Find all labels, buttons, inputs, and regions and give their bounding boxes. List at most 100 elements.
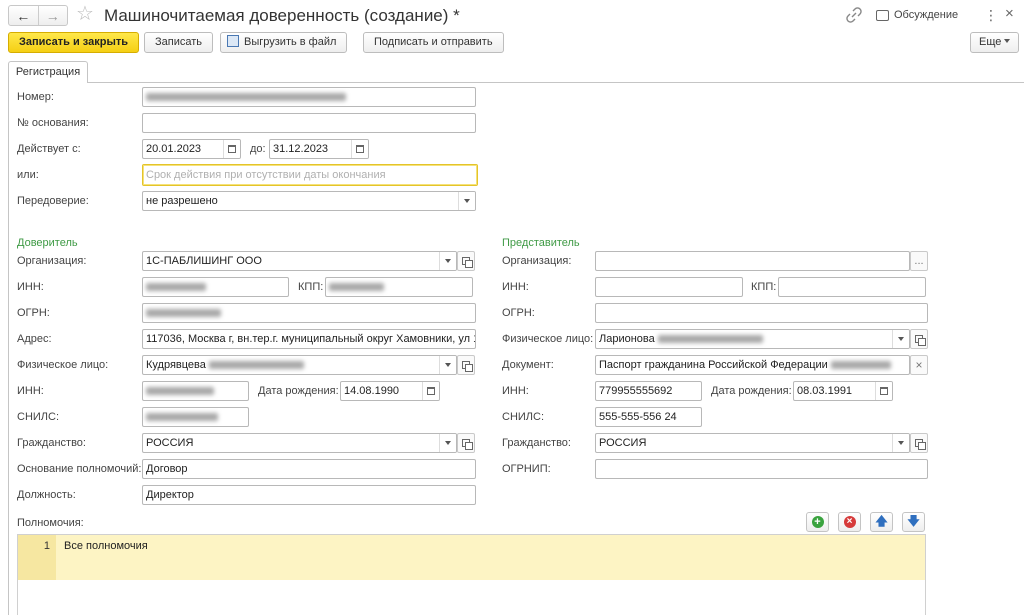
export-button[interactable]: Выгрузить в файл (220, 32, 348, 53)
link-icon[interactable] (846, 7, 862, 23)
principal-org-label: Организация: (17, 255, 87, 267)
calendar-icon[interactable] (422, 382, 439, 400)
discussion-label: Обсуждение (894, 9, 959, 21)
move-down-button[interactable]: 🡇 (902, 512, 925, 532)
row-number: 1 (43, 540, 50, 552)
table-row[interactable]: 1 Все полномочия (18, 535, 925, 580)
representative-heading: Представитель (502, 237, 580, 249)
principal-ogrn-label: ОГРН: (17, 307, 50, 319)
valid-to-field[interactable]: 31.12.2023 (269, 139, 369, 159)
principal-kpp-field[interactable] (325, 277, 473, 297)
valid-from-label: Действует с: (17, 143, 81, 155)
principal-citizenship-value: РОССИЯ (146, 437, 194, 449)
rep-inn-field[interactable] (595, 277, 743, 297)
principal-person-inn-label: ИНН: (17, 385, 44, 397)
move-up-button[interactable]: 🡅 (870, 512, 893, 532)
open-form-icon[interactable] (457, 433, 475, 453)
page-title: Машиночитаемая доверенность (создание) * (104, 6, 460, 25)
number-field[interactable] (142, 87, 476, 107)
principal-person-label: Физическое лицо: (17, 359, 109, 371)
delete-row-button[interactable]: × (838, 512, 861, 532)
valid-from-value: 20.01.2023 (146, 143, 202, 155)
dropdown-icon[interactable] (892, 434, 909, 452)
more-vert-icon[interactable]: ⋮ (984, 6, 998, 24)
authority-basis-label: Основание полномочий: (17, 463, 142, 475)
rep-person-value: Ларионова (599, 333, 655, 345)
forward-arrow-icon[interactable]: → (39, 6, 68, 25)
rep-org-field[interactable] (595, 251, 910, 271)
open-form-icon[interactable] (457, 251, 475, 271)
rep-ogrn-field[interactable] (595, 303, 928, 323)
principal-address-field[interactable]: 117036, Москва г, вн.тер.г. муниципальны… (142, 329, 476, 349)
add-icon: + (811, 516, 824, 528)
rep-person-field[interactable]: Ларионова (595, 329, 910, 349)
valid-to-label: до: (250, 143, 266, 155)
export-label: Выгрузить в файл (244, 36, 337, 48)
power-text: Все полномочия (64, 540, 148, 552)
save-and-close-button[interactable]: Записать и закрыть (8, 32, 140, 53)
dropdown-icon[interactable] (439, 434, 456, 452)
rep-citizenship-field[interactable]: РОССИЯ (595, 433, 910, 453)
calendar-icon[interactable] (223, 140, 240, 158)
rep-kpp-field[interactable] (778, 277, 926, 297)
rep-snils-field[interactable]: 555-555-556 24 (595, 407, 702, 427)
more-button[interactable]: Еще (970, 32, 1020, 53)
rep-person-inn-label: ИНН: (502, 385, 529, 397)
rep-birth-field[interactable]: 08.03.1991 (793, 381, 893, 401)
star-icon[interactable]: ☆ (76, 3, 94, 25)
rep-ogrnip-field[interactable] (595, 459, 928, 479)
open-form-icon[interactable] (910, 329, 928, 349)
dropdown-icon[interactable] (892, 330, 909, 348)
valid-to-value: 31.12.2023 (273, 143, 329, 155)
rep-document-value: Паспорт гражданина Российской Федерации (599, 359, 828, 371)
select-button[interactable]: ... (910, 251, 928, 271)
rep-document-field[interactable]: Паспорт гражданина Российской Федерации (595, 355, 910, 375)
rep-person-inn-field[interactable]: 779955555692 (595, 381, 702, 401)
dropdown-icon[interactable] (439, 356, 456, 374)
authority-basis-field[interactable]: Договор (142, 459, 476, 479)
close-icon[interactable]: × (1005, 5, 1014, 23)
principal-org-field[interactable]: 1С-ПАБЛИШИНГ ООО (142, 251, 457, 271)
sign-and-send-button[interactable]: Подписать и отправить (363, 32, 504, 53)
position-field[interactable]: Директор (142, 485, 476, 505)
clear-icon[interactable]: × (910, 355, 928, 375)
principal-person-inn-field[interactable] (142, 381, 249, 401)
redelegation-select[interactable]: не разрешено (142, 191, 476, 211)
powers-table: 1 Все полномочия (17, 534, 926, 615)
number-label: Номер: (17, 91, 54, 103)
principal-birth-field[interactable]: 14.08.1990 (340, 381, 440, 401)
open-form-icon[interactable] (910, 433, 928, 453)
rep-ogrn-label: ОГРН: (502, 307, 535, 319)
power-cell: Все полномочия (64, 535, 148, 557)
calendar-icon[interactable] (875, 382, 892, 400)
dropdown-icon[interactable] (439, 252, 456, 270)
add-row-button[interactable]: + (806, 512, 829, 532)
rep-person-inn-value: 779955555692 (599, 385, 673, 397)
validity-duration-placeholder: Срок действия при отсутствии даты оконча… (146, 169, 386, 181)
discussion-icon (876, 9, 889, 21)
dropdown-icon[interactable] (458, 192, 475, 210)
principal-snils-field[interactable] (142, 407, 249, 427)
tab-registration[interactable]: Регистрация (8, 61, 88, 83)
principal-kpp-label: КПП: (298, 281, 324, 293)
valid-from-field[interactable]: 20.01.2023 (142, 139, 241, 159)
validity-duration-field[interactable]: Срок действия при отсутствии даты оконча… (142, 164, 478, 186)
principal-citizenship-field[interactable]: РОССИЯ (142, 433, 457, 453)
back-arrow-icon[interactable]: ← (9, 6, 39, 25)
principal-citizenship-label: Гражданство: (17, 437, 86, 449)
rep-org-label: Организация: (502, 255, 572, 267)
basis-number-field[interactable] (142, 113, 476, 133)
principal-person-value: Кудрявцева (146, 359, 206, 371)
row-number-cell: 1 (18, 535, 56, 580)
position-label: Должность: (17, 489, 76, 501)
calendar-icon[interactable] (351, 140, 368, 158)
principal-person-field[interactable]: Кудрявцева (142, 355, 457, 375)
rep-ogrnip-label: ОГРНИП: (502, 463, 551, 475)
principal-ogrn-field[interactable] (142, 303, 476, 323)
discussion-button[interactable]: Обсуждение (876, 7, 958, 23)
redelegation-label: Передоверие: (17, 195, 89, 207)
rep-inn-label: ИНН: (502, 281, 529, 293)
open-form-icon[interactable] (457, 355, 475, 375)
save-button[interactable]: Записать (144, 32, 214, 53)
principal-inn-field[interactable] (142, 277, 289, 297)
